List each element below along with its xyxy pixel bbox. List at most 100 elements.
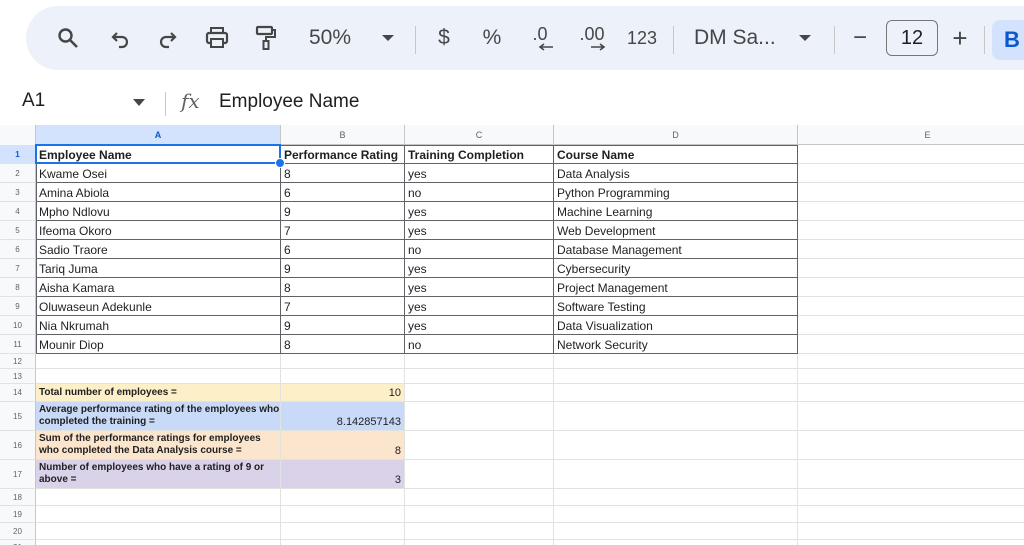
- fill-handle[interactable]: [275, 158, 285, 168]
- table-cell[interactable]: Ifeoma Okoro: [36, 221, 281, 240]
- table-cell[interactable]: Machine Learning: [554, 202, 798, 221]
- table-cell[interactable]: no: [405, 183, 554, 202]
- formula-input[interactable]: Employee Name: [219, 91, 359, 113]
- font-family-select[interactable]: DM Sa...: [694, 6, 780, 70]
- row-header-10[interactable]: 10: [0, 316, 36, 335]
- row-header-3[interactable]: 3: [0, 183, 36, 202]
- table-cell[interactable]: 7: [281, 297, 405, 316]
- table-cell[interactable]: Data Analysis: [554, 164, 798, 183]
- column-header-b[interactable]: B: [281, 125, 405, 145]
- increase-font-size-button[interactable]: +: [946, 6, 974, 70]
- table-cell[interactable]: 6: [281, 240, 405, 259]
- table-cell[interactable]: Sadio Traore: [36, 240, 281, 259]
- table-cell[interactable]: Nia Nkrumah: [36, 316, 281, 335]
- summary-label[interactable]: Average performance rating of the employ…: [36, 402, 280, 430]
- header-cell[interactable]: Employee Name: [36, 145, 281, 164]
- summary-label[interactable]: Sum of the performance ratings for emplo…: [36, 431, 280, 459]
- table-cell[interactable]: Software Testing: [554, 297, 798, 316]
- zoom-dropdown[interactable]: [376, 6, 400, 70]
- summary-value[interactable]: 8.142857143: [281, 402, 404, 430]
- table-cell[interactable]: Web Development: [554, 221, 798, 240]
- chevron-down-icon[interactable]: [133, 99, 145, 106]
- summary-value[interactable]: 3: [281, 460, 404, 488]
- table-cell[interactable]: 9: [281, 316, 405, 335]
- summary-value[interactable]: 8: [281, 431, 404, 459]
- row-header-1[interactable]: 1: [0, 145, 36, 164]
- table-cell[interactable]: 9: [281, 202, 405, 221]
- row-header-14[interactable]: 14: [0, 384, 36, 402]
- row-header-2[interactable]: 2: [0, 164, 36, 183]
- table-cell[interactable]: Kwame Osei: [36, 164, 281, 183]
- header-cell[interactable]: Performance Rating: [281, 145, 405, 164]
- bold-button[interactable]: B: [992, 20, 1024, 60]
- row-header-16[interactable]: 16: [0, 431, 36, 460]
- row-header-12[interactable]: 12: [0, 354, 36, 369]
- table-cell[interactable]: Mpho Ndlovu: [36, 202, 281, 221]
- select-all-corner[interactable]: [0, 125, 36, 145]
- increase-decimal-button[interactable]: .00: [572, 6, 612, 70]
- row-header-5[interactable]: 5: [0, 221, 36, 240]
- table-cell[interactable]: 9: [281, 259, 405, 278]
- search-button[interactable]: [52, 6, 84, 70]
- summary-label[interactable]: Number of employees who have a rating of…: [36, 460, 280, 488]
- table-cell[interactable]: Mounir Diop: [36, 335, 281, 354]
- summary-label[interactable]: Total number of employees =: [36, 384, 280, 401]
- table-cell[interactable]: Tariq Juma: [36, 259, 281, 278]
- table-cell[interactable]: yes: [405, 164, 554, 183]
- paint-format-button[interactable]: [250, 6, 282, 70]
- percent-format-button[interactable]: %: [480, 6, 504, 70]
- decrease-decimal-button[interactable]: .0: [522, 6, 558, 70]
- table-cell[interactable]: 7: [281, 221, 405, 240]
- table-cell[interactable]: Data Visualization: [554, 316, 798, 335]
- table-cell[interactable]: Database Management: [554, 240, 798, 259]
- header-cell[interactable]: Course Name: [554, 145, 798, 164]
- table-cell[interactable]: 6: [281, 183, 405, 202]
- table-cell[interactable]: yes: [405, 202, 554, 221]
- column-header-a[interactable]: A: [36, 125, 281, 145]
- number-format-button[interactable]: 123: [622, 6, 662, 70]
- table-cell[interactable]: yes: [405, 316, 554, 335]
- row-header-8[interactable]: 8: [0, 278, 36, 297]
- table-cell[interactable]: no: [405, 240, 554, 259]
- table-cell[interactable]: Oluwaseun Adekunle: [36, 297, 281, 316]
- font-family-dropdown[interactable]: [793, 6, 817, 70]
- row-header-19[interactable]: 19: [0, 506, 36, 523]
- print-button[interactable]: [200, 6, 234, 70]
- row-header-4[interactable]: 4: [0, 202, 36, 221]
- name-box[interactable]: A1: [22, 90, 45, 112]
- row-header-21[interactable]: 21: [0, 540, 36, 545]
- zoom-select[interactable]: 50%: [300, 6, 360, 70]
- row-header-13[interactable]: 13: [0, 369, 36, 384]
- table-cell[interactable]: 8: [281, 164, 405, 183]
- table-cell[interactable]: Amina Abiola: [36, 183, 281, 202]
- table-cell[interactable]: yes: [405, 297, 554, 316]
- table-cell[interactable]: Network Security: [554, 335, 798, 354]
- row-header-18[interactable]: 18: [0, 489, 36, 506]
- table-cell[interactable]: yes: [405, 278, 554, 297]
- header-cell[interactable]: Training Completion: [405, 145, 554, 164]
- row-header-15[interactable]: 15: [0, 402, 36, 431]
- decrease-font-size-button[interactable]: −: [846, 6, 874, 70]
- column-header-d[interactable]: D: [554, 125, 798, 145]
- row-header-9[interactable]: 9: [0, 297, 36, 316]
- table-cell[interactable]: Python Programming: [554, 183, 798, 202]
- table-cell[interactable]: no: [405, 335, 554, 354]
- table-cell[interactable]: 8: [281, 278, 405, 297]
- column-header-e[interactable]: E: [798, 125, 1024, 145]
- row-header-11[interactable]: 11: [0, 335, 36, 354]
- table-cell[interactable]: Cybersecurity: [554, 259, 798, 278]
- table-cell[interactable]: yes: [405, 221, 554, 240]
- undo-button[interactable]: [104, 6, 136, 70]
- table-cell[interactable]: 8: [281, 335, 405, 354]
- table-cell[interactable]: Project Management: [554, 278, 798, 297]
- row-header-20[interactable]: 20: [0, 523, 36, 540]
- row-header-7[interactable]: 7: [0, 259, 36, 278]
- currency-format-button[interactable]: $: [432, 6, 456, 70]
- table-cell[interactable]: Aisha Kamara: [36, 278, 281, 297]
- row-header-17[interactable]: 17: [0, 460, 36, 489]
- row-header-6[interactable]: 6: [0, 240, 36, 259]
- table-cell[interactable]: yes: [405, 259, 554, 278]
- font-size-input[interactable]: 12: [886, 20, 938, 56]
- redo-button[interactable]: [152, 6, 184, 70]
- summary-value[interactable]: 10: [281, 384, 404, 401]
